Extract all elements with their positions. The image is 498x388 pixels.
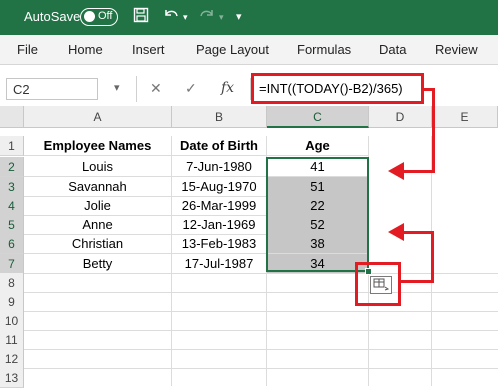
row-header[interactable]: 12	[0, 349, 24, 369]
column-header-d[interactable]: D	[369, 106, 432, 128]
quick-analysis-icon[interactable]	[370, 276, 392, 294]
grid-line	[24, 368, 498, 369]
tab-file[interactable]: File	[17, 42, 38, 57]
customize-qat-icon[interactable]: ▾	[236, 10, 242, 23]
name-cell[interactable]: Jolie	[24, 196, 172, 216]
name-cell[interactable]: Christian	[24, 234, 172, 254]
tab-insert[interactable]: Insert	[132, 42, 165, 57]
name-cell[interactable]: Anne	[24, 215, 172, 235]
dob-cell[interactable]: 17-Jul-1987	[172, 254, 267, 274]
row-header[interactable]: 4	[0, 196, 24, 216]
row-header[interactable]: 10	[0, 311, 24, 331]
row-header[interactable]: 3	[0, 177, 24, 197]
tab-home[interactable]: Home	[68, 42, 103, 57]
tab-formulas[interactable]: Formulas	[297, 42, 351, 57]
autosave-label: AutoSave	[24, 9, 81, 24]
row-header[interactable]: 6	[0, 234, 24, 254]
select-all-corner[interactable]	[0, 106, 24, 128]
row-header[interactable]: 8	[0, 273, 24, 293]
enter-icon[interactable]: ✓	[185, 80, 197, 97]
header-cell-age[interactable]: Age	[267, 136, 369, 156]
row-header[interactable]: 9	[0, 292, 24, 312]
grid-line	[24, 330, 498, 331]
insert-function-icon[interactable]: fx	[221, 80, 234, 96]
row-header[interactable]: 7	[0, 254, 24, 274]
autosave-toggle[interactable]: Off	[80, 8, 118, 26]
selection-range	[266, 157, 369, 272]
formula-bar-divider	[136, 76, 137, 102]
dob-cell[interactable]: 15-Aug-1970	[172, 177, 267, 197]
dob-cell[interactable]: 13-Feb-1983	[172, 234, 267, 254]
row-header[interactable]: 1	[0, 136, 24, 156]
name-box-dropdown-icon[interactable]: ▾	[114, 81, 120, 94]
tab-review[interactable]: Review	[435, 42, 478, 57]
tab-data[interactable]: Data	[379, 42, 406, 57]
redo-icon[interactable]	[198, 7, 216, 28]
name-cell[interactable]: Savannah	[24, 177, 172, 197]
annotation-arrow-line	[431, 231, 434, 283]
name-cell[interactable]: Louis	[24, 157, 172, 177]
column-header-a[interactable]: A	[24, 106, 172, 128]
row-header[interactable]: 13	[0, 368, 24, 388]
autosave-toggle-state: Off	[98, 10, 113, 22]
column-header-b[interactable]: B	[172, 106, 267, 128]
row-header[interactable]: 11	[0, 330, 24, 350]
annotation-arrow-line	[432, 88, 435, 173]
dob-cell[interactable]: 12-Jan-1969	[172, 215, 267, 235]
grid-line	[24, 292, 498, 293]
arrow-head-icon	[388, 223, 404, 241]
grid-line	[24, 349, 498, 350]
grid-line	[24, 311, 498, 312]
cancel-icon[interactable]: ✕	[150, 80, 162, 97]
header-cell-employee-names[interactable]: Employee Names	[24, 136, 172, 156]
arrow-head-icon	[388, 162, 404, 180]
name-cell[interactable]: Betty	[24, 254, 172, 274]
annotation-arrow-line	[401, 280, 434, 283]
row-header[interactable]: 2	[0, 157, 24, 177]
dob-cell[interactable]: 7-Jun-1980	[172, 157, 267, 177]
name-box[interactable]: C2	[6, 78, 98, 100]
grid-line	[171, 136, 172, 386]
formula-highlight-box	[251, 73, 424, 104]
row-header[interactable]: 5	[0, 215, 24, 235]
undo-dropdown-icon[interactable]: ▾	[183, 12, 188, 23]
toggle-knob	[84, 11, 95, 22]
header-cell-date-of-birth[interactable]: Date of Birth	[172, 136, 267, 156]
redo-dropdown-icon[interactable]: ▾	[219, 12, 224, 23]
dob-cell[interactable]: 26-Mar-1999	[172, 196, 267, 216]
save-icon[interactable]	[133, 7, 149, 28]
column-header-e[interactable]: E	[432, 106, 498, 128]
tab-page-layout[interactable]: Page Layout	[196, 42, 269, 57]
undo-icon[interactable]	[162, 7, 180, 28]
grid-line	[24, 273, 498, 274]
column-header-c[interactable]: C	[267, 106, 369, 128]
